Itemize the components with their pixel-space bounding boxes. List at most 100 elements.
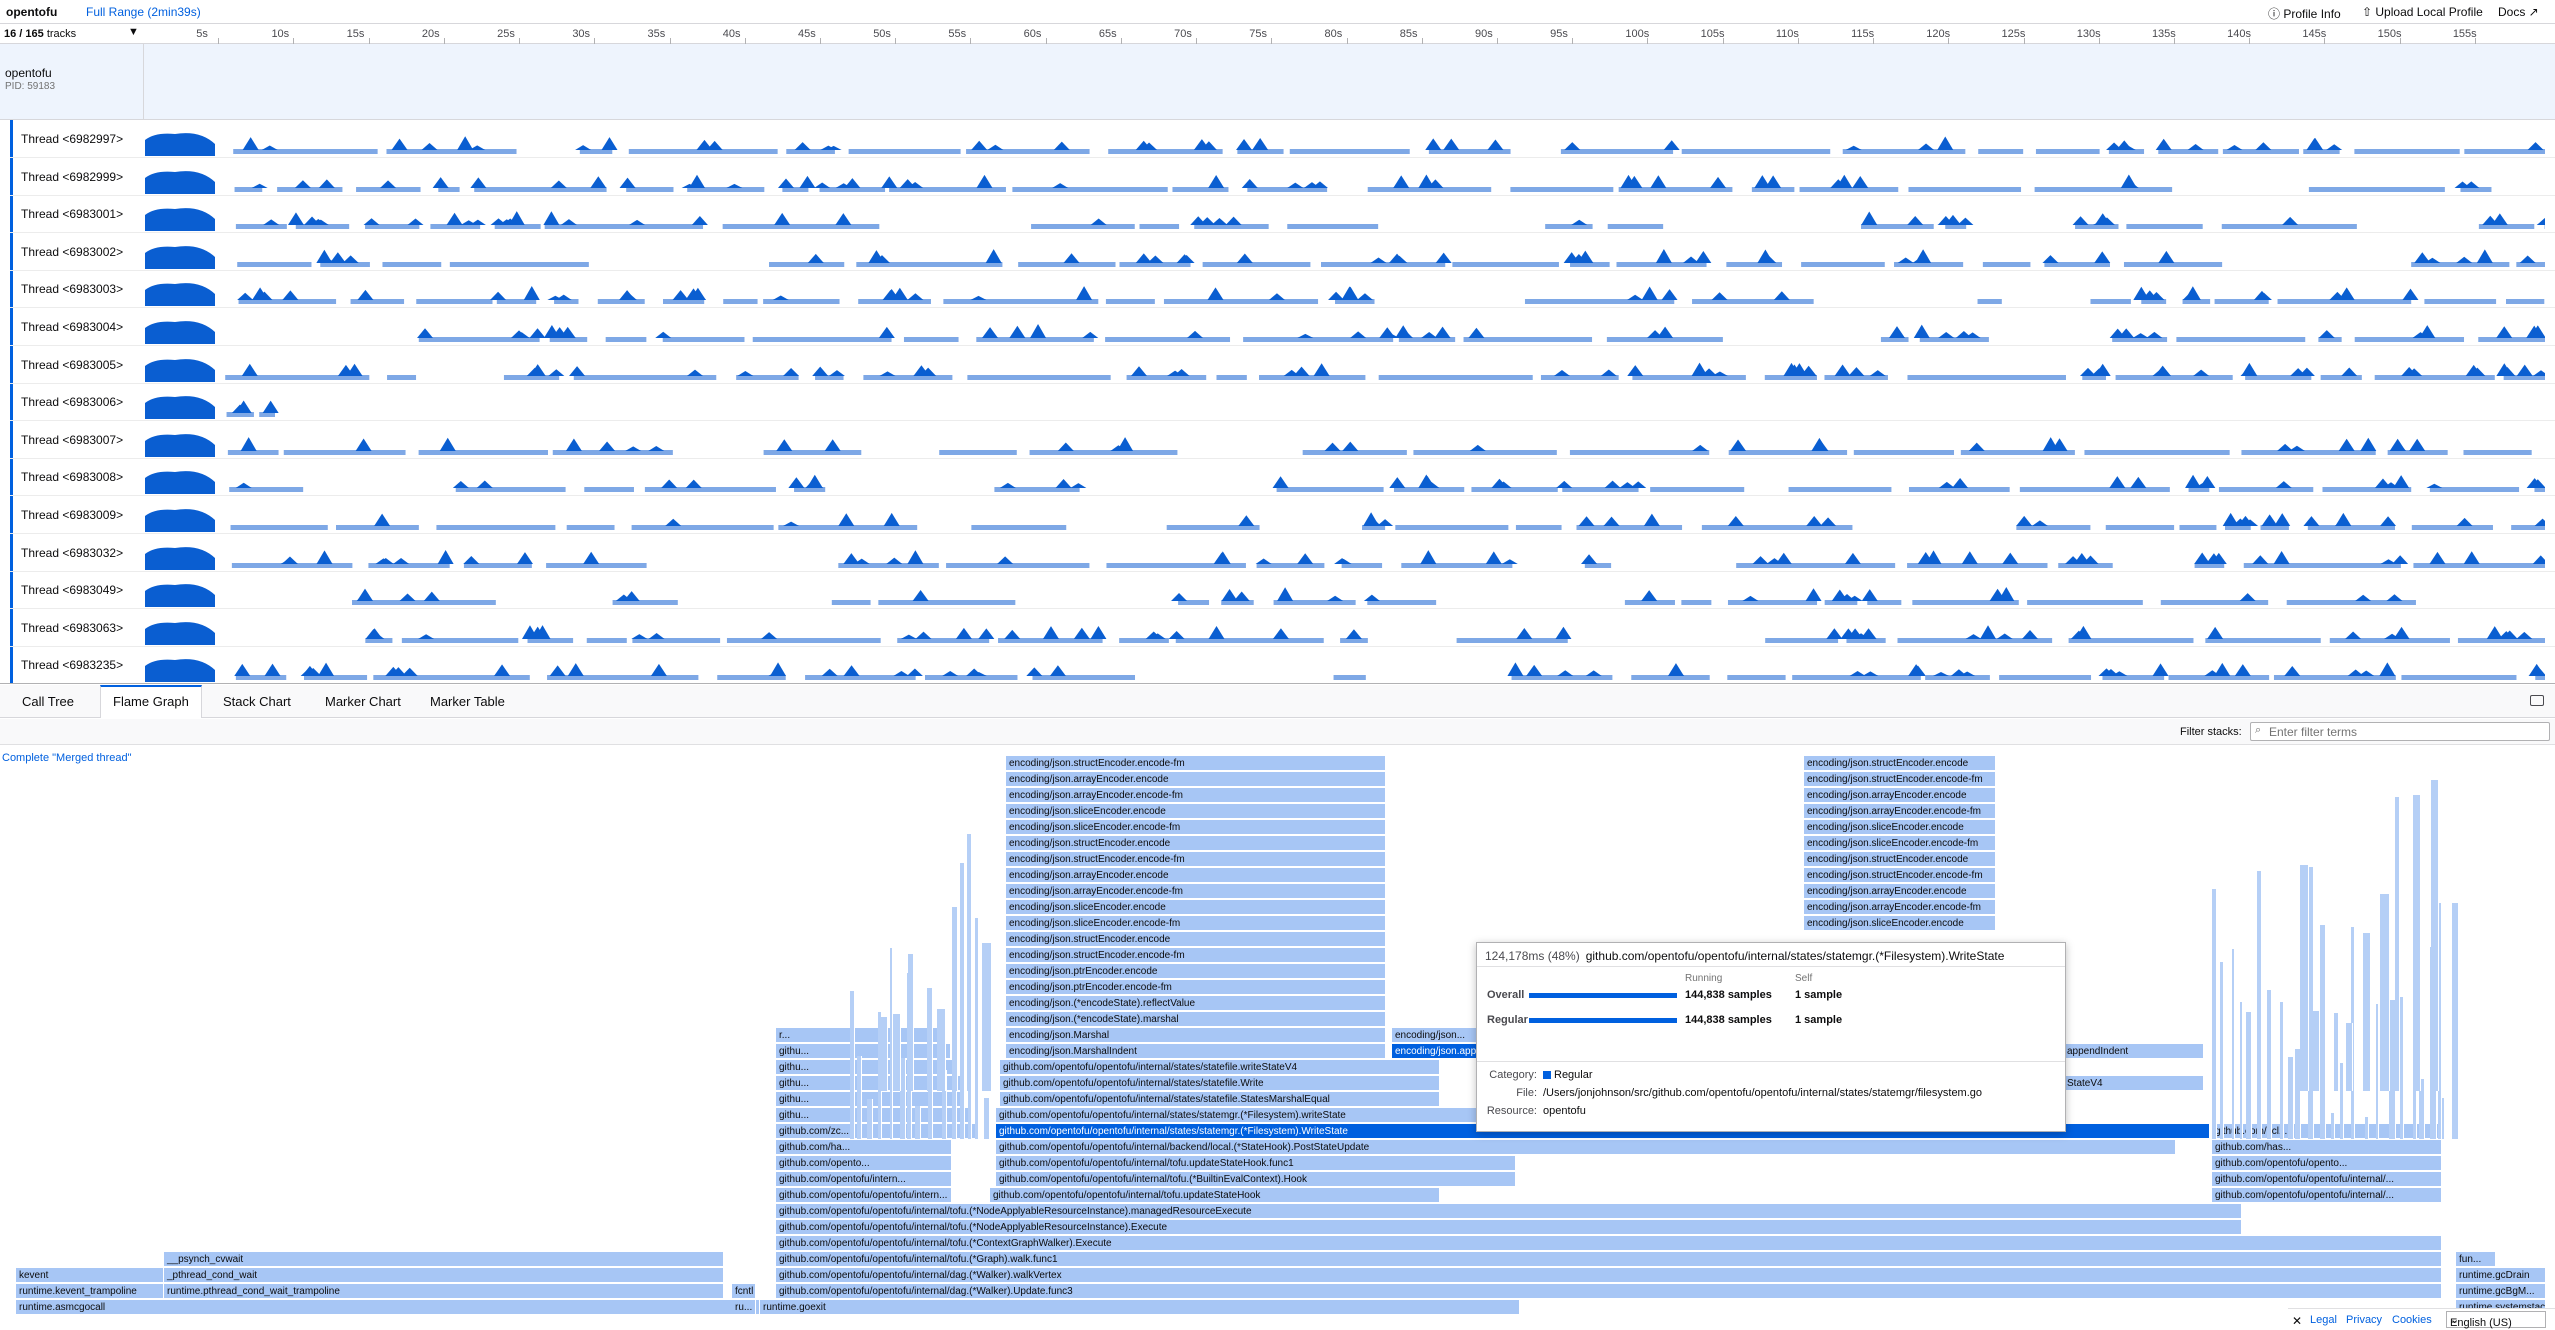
thread-track[interactable]: Thread <6983006> (10, 383, 2555, 422)
flame-frame-narrow[interactable] (2346, 1023, 2353, 1091)
tab-call-tree[interactable]: Call Tree (10, 685, 86, 718)
flame-frame[interactable]: encoding/json.structEncoder.encode-fm (1006, 852, 1386, 867)
tab-marker-table[interactable]: Marker Table (418, 685, 517, 718)
thread-track[interactable]: Thread <6983009> (10, 496, 2555, 534)
flame-frame-narrow[interactable] (2339, 1063, 2345, 1139)
thread-track[interactable]: Thread <6983032> (10, 534, 2555, 572)
flame-frame[interactable]: github.com/opentofu/opentofu/internal/st… (1000, 1076, 1440, 1091)
activity-graph[interactable] (145, 498, 2545, 532)
flame-frame[interactable]: github.com/opentofu/opentofu/internal/to… (990, 1188, 1440, 1203)
flame-frame-narrow[interactable] (856, 1055, 862, 1139)
flame-frame[interactable]: encoding/json.sliceEncoder.encode (1804, 916, 1996, 931)
flame-frame[interactable]: runtime.asmcgocall (16, 1300, 760, 1315)
flame-frame[interactable]: encoding/json.structEncoder.encode-fm (1804, 868, 1996, 883)
flame-frame[interactable]: github.com/opentofu/opentofu/internal/st… (1000, 1060, 1440, 1075)
flame-frame-narrow[interactable] (2246, 1011, 2252, 1139)
flame-frame[interactable]: encoding/json.sliceEncoder.encode (1804, 820, 1996, 835)
activity-graph[interactable] (145, 648, 2545, 683)
thread-track[interactable]: Thread <6983003> (10, 270, 2555, 309)
flame-frame-narrow[interactable] (907, 954, 914, 1091)
flame-frame[interactable]: encoding/json.arrayEncoder.encode (1006, 868, 1386, 883)
tab-stack-chart[interactable]: Stack Chart (211, 685, 303, 718)
activity-graph[interactable] (145, 423, 2545, 457)
flame-frame-narrow[interactable] (850, 991, 856, 1139)
close-icon[interactable]: ✕ (2292, 1314, 2302, 1328)
flame-frame[interactable]: encoding/json.structEncoder.encode-fm (1804, 772, 1996, 787)
flame-frame[interactable]: github.com/opentofu/opentofu/internal/da… (776, 1284, 2442, 1299)
flame-frame-narrow[interactable] (927, 988, 933, 1091)
activity-graph[interactable] (145, 122, 2545, 156)
flame-frame[interactable]: _pthread_cond_wait (164, 1268, 724, 1283)
cookies-link[interactable]: Cookies (2392, 1314, 2432, 1326)
flame-frame-narrow[interactable] (2320, 924, 2326, 1139)
flame-frame-narrow[interactable] (2231, 949, 2236, 1139)
flame-frame[interactable]: encoding/json.Marshal (1006, 1028, 1386, 1043)
sidebar-toggle-icon[interactable] (2530, 695, 2544, 706)
flame-frame-narrow[interactable] (914, 1105, 922, 1139)
flame-frame[interactable]: appendIndent (2064, 1044, 2204, 1059)
flame-frame[interactable]: runtime.gcBgM... (2456, 1284, 2546, 1299)
flame-frame[interactable]: github.com/opentofu/opentofu/intern... (776, 1188, 952, 1203)
flame-frame[interactable]: encoding/json.sliceEncoder.encode (1006, 804, 1386, 819)
thread-track[interactable]: Thread <6982997> (10, 120, 2555, 158)
flame-frame[interactable]: fun... (2456, 1252, 2496, 1267)
thread-track[interactable]: Thread <6983002> (10, 233, 2555, 271)
flame-frame-narrow[interactable] (2442, 1097, 2446, 1139)
flame-frame[interactable]: encoding/json.structEncoder.encode (1804, 756, 1996, 771)
flame-frame[interactable]: encoding/json.structEncoder.encode (1006, 932, 1386, 947)
legal-link[interactable]: Legal (2310, 1314, 2337, 1326)
thread-track[interactable]: Thread <6983004> (10, 308, 2555, 346)
app-name[interactable]: opentofu (6, 5, 57, 19)
activity-graph[interactable] (145, 272, 2545, 307)
activity-graph[interactable] (145, 460, 2545, 495)
upload-button[interactable]: ⇧ Upload Local Profile (2362, 5, 2483, 19)
activity-graph[interactable] (145, 611, 2545, 645)
thread-track[interactable]: Thread <6983001> (10, 195, 2555, 234)
flame-frame[interactable]: encoding/json.sliceEncoder.encode-fm (1006, 820, 1386, 835)
flame-frame[interactable]: github.com/opentofu/opentofu/internal/to… (776, 1220, 2242, 1235)
flame-frame-narrow[interactable] (2412, 795, 2421, 1091)
flame-frame[interactable]: runtime.pthread_cond_wait_trampoline (164, 1284, 724, 1299)
flame-frame[interactable]: encoding/json.structEncoder.encode-fm (1006, 756, 1386, 771)
flame-frame-narrow[interactable] (2364, 1117, 2370, 1139)
profile-info-button[interactable]: ⓘ Profile Info (2268, 5, 2341, 22)
tab-flame-graph[interactable]: Flame Graph (100, 685, 202, 718)
flame-frame-narrow[interactable] (866, 1098, 874, 1139)
flame-frame[interactable]: encoding/json.(*encodeState).reflectValu… (1006, 996, 1386, 1011)
thread-track[interactable]: Thread <6983049> (10, 571, 2555, 610)
filter-input[interactable]: ⌕ Enter filter terms (2250, 722, 2550, 741)
chevron-down-icon[interactable]: ▼ (128, 26, 139, 38)
flame-frame[interactable]: runtime.kevent_trampoline (16, 1284, 164, 1299)
flame-frame[interactable]: github.com/opentofu/opentofu/internal/ba… (996, 1140, 2176, 1155)
flame-frame[interactable]: encoding/json.arrayEncoder.encode-fm (1804, 804, 1996, 819)
language-select[interactable]: English (US) ⌄ (2446, 1311, 2546, 1329)
flame-frame-narrow[interactable] (2219, 962, 2225, 1139)
flame-frame[interactable]: encoding/json.arrayEncoder.encode-fm (1006, 788, 1386, 803)
activity-graph[interactable] (145, 573, 2545, 608)
flame-frame[interactable]: github.com/opentofu/opentofu/internal/to… (996, 1156, 1516, 1171)
flame-frame[interactable]: github.com/opentofu/opentofu/internal/..… (2212, 1188, 2442, 1203)
flame-frame-narrow[interactable] (2212, 889, 2217, 1139)
range-breadcrumb[interactable]: Full Range (2min39s) (86, 5, 201, 19)
flame-frame[interactable]: encoding/json.sliceEncoder.encode-fm (1006, 916, 1386, 931)
tab-marker-chart[interactable]: Marker Chart (313, 685, 413, 718)
flame-frame[interactable]: __psynch_cvwait (164, 1252, 724, 1267)
flame-frame[interactable]: githu... (776, 1044, 951, 1059)
flame-frame-narrow[interactable] (2239, 1001, 2244, 1139)
flame-frame[interactable]: github.com/opentofu/opento... (2212, 1156, 2442, 1171)
thread-track[interactable]: Thread <6982999> (10, 158, 2555, 196)
flame-frame-narrow[interactable] (937, 1008, 946, 1091)
activity-graph[interactable] (145, 160, 2545, 194)
thread-track[interactable]: Thread <6983063> (10, 609, 2555, 647)
flame-frame[interactable]: runtime.goexit (760, 1300, 1520, 1315)
flame-frame-narrow[interactable] (2363, 932, 2371, 1091)
process-track[interactable]: opentofu PID: 59183 (0, 44, 2555, 120)
flame-frame-narrow[interactable] (928, 1087, 934, 1139)
flame-frame-narrow[interactable] (2313, 1010, 2321, 1091)
flame-frame[interactable]: runtime.gcDrain (2456, 1268, 2546, 1283)
flame-frame-narrow[interactable] (2279, 1001, 2285, 1139)
flame-frame-narrow[interactable] (2333, 1013, 2340, 1091)
flame-frame[interactable]: github.com/has... (2212, 1140, 2442, 1155)
flame-frame[interactable]: encoding/json.arrayEncoder.encode-fm (1804, 900, 1996, 915)
flame-frame-narrow[interactable] (966, 834, 972, 1091)
